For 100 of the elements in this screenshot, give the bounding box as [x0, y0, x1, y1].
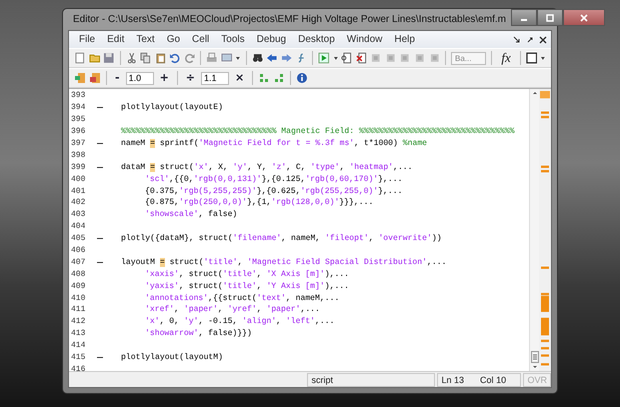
code-text: }}},...	[339, 198, 374, 208]
folder-icon[interactable]	[88, 52, 100, 64]
executable-line-marker[interactable]	[97, 262, 103, 263]
code-text: ,{{struct(	[208, 294, 257, 303]
divide-value-field[interactable]: 1.1	[201, 72, 230, 84]
string-literal: 'showarrow'	[145, 329, 198, 338]
menu-item[interactable]: Help	[388, 34, 421, 45]
divide-button[interactable]: ÷	[182, 71, 198, 85]
info-icon[interactable]	[296, 72, 308, 84]
string-literal: 'x'	[194, 162, 208, 172]
code-text: , 0,	[160, 317, 180, 326]
menu-item[interactable]: Cell	[186, 34, 216, 45]
line-number: 410	[70, 294, 86, 303]
decrement-button[interactable]: -	[112, 71, 123, 85]
line-number: 403	[70, 210, 86, 220]
string-literal: 'title'	[204, 258, 238, 267]
code-text: , t*1000)	[354, 139, 399, 148]
close-button[interactable]	[562, 9, 605, 26]
string-literal: 'Y Axis [m]'	[266, 282, 325, 291]
executable-line-marker[interactable]	[97, 238, 103, 240]
string-literal: 'rgb(250,0,0)'	[179, 198, 247, 208]
breakpoint-icon[interactable]	[341, 52, 353, 64]
column-label: Col	[480, 374, 494, 384]
undo-icon[interactable]	[169, 52, 181, 64]
string-literal: 'heatmap'	[349, 162, 394, 172]
code-text: plotly({dataM}, struct(	[121, 234, 233, 244]
string-literal: 'fileopt'	[325, 234, 369, 244]
function-button[interactable]: fx	[497, 50, 515, 66]
multiply-button[interactable]: ×	[232, 71, 248, 85]
scrollbar[interactable]	[529, 89, 539, 371]
decrement-value-field[interactable]: 1.0	[126, 72, 154, 84]
executable-line-marker[interactable]	[97, 143, 103, 144]
line-number: 401	[70, 186, 86, 196]
window-title: Editor - C:\Users\Se7en\MEOCloud\Projectos\EMF High Voltage Power Lines\Instructables\emf.m	[73, 14, 506, 25]
menu-item[interactable]: Debug	[250, 34, 292, 45]
line-number: 411	[70, 305, 86, 314]
cell-prev-icon[interactable]	[273, 72, 286, 84]
binoculars-icon[interactable]	[252, 52, 264, 64]
code-text: dataM	[121, 162, 146, 172]
back-arrow-icon[interactable]	[266, 52, 278, 64]
menu-item[interactable]: Go	[160, 34, 186, 45]
clear-breakpoint-icon[interactable]	[356, 52, 368, 64]
code-text: ),...	[324, 282, 350, 291]
line-number: 413	[70, 329, 86, 338]
code-text: nameM	[121, 139, 146, 148]
code-text: ,	[218, 305, 224, 314]
minimize-button[interactable]	[510, 9, 537, 26]
line-number: 393	[70, 91, 86, 100]
scroll-up-icon[interactable]	[530, 89, 538, 97]
line-number: 407	[70, 258, 86, 267]
line-number: 404	[70, 222, 86, 232]
copy-icon[interactable]	[140, 52, 152, 64]
string-literal: 'xaxis'	[145, 270, 179, 279]
code-text: ,	[256, 270, 263, 279]
code-text: ,	[174, 305, 180, 314]
line-number: 406	[70, 246, 86, 256]
new-file-icon[interactable]	[74, 52, 86, 64]
close-icon[interactable]	[539, 36, 547, 44]
forward-arrow-icon[interactable]	[281, 52, 293, 64]
line-number: 408	[70, 270, 86, 279]
paste-icon[interactable]	[154, 52, 166, 64]
menu-item[interactable]: Edit	[101, 34, 130, 45]
string-literal: 'yref'	[228, 305, 257, 314]
string-literal: 'showscale'	[145, 210, 198, 220]
executable-line-marker[interactable]	[97, 357, 103, 358]
menu-item[interactable]: Desktop	[292, 34, 341, 45]
save-icon[interactable]	[103, 52, 115, 64]
split-icon[interactable]	[530, 351, 538, 363]
code-text: , false)}})	[198, 329, 252, 338]
menu-item[interactable]: File	[73, 34, 102, 45]
overwrite-indicator: OVR	[523, 372, 551, 386]
code-text: ,...	[427, 258, 446, 267]
menu-item[interactable]: Tools	[215, 34, 251, 45]
code-text: ,{{0,	[169, 174, 194, 184]
executable-line-marker[interactable]	[97, 166, 103, 168]
menu-item[interactable]: Window	[340, 34, 388, 45]
code-text: {0.875,	[145, 198, 179, 208]
code-text: , Y,	[247, 162, 268, 172]
increment-button[interactable]: +	[156, 71, 172, 85]
cell-insert-icon[interactable]	[74, 72, 86, 84]
maximize-button[interactable]	[536, 9, 563, 26]
string-literal: 'rgb(255,255,0)'	[300, 186, 378, 196]
assignment-marker: =	[160, 258, 165, 267]
string-literal: 'x'	[145, 317, 160, 326]
string-literal: 'left'	[286, 317, 316, 326]
line-number: 398	[70, 150, 86, 160]
menu-item[interactable]: Text	[130, 34, 161, 45]
scroll-down-icon[interactable]	[530, 363, 538, 371]
executable-line-marker[interactable]	[97, 107, 103, 108]
redo-icon[interactable]	[184, 52, 196, 64]
string-literal: 'filename'	[232, 234, 282, 244]
window-layout-icon[interactable]	[526, 52, 538, 64]
assignment-marker: =	[150, 162, 156, 172]
cell-evaluate-icon[interactable]	[89, 72, 101, 84]
scissors-icon[interactable]	[126, 52, 138, 64]
printer-icon[interactable]	[206, 52, 218, 64]
string-literal: 'rgb(128,0,0)'	[271, 198, 340, 208]
file-type-label: script	[307, 372, 436, 386]
cell-next-icon[interactable]	[258, 72, 270, 84]
string-literal: 'align'	[242, 317, 276, 326]
